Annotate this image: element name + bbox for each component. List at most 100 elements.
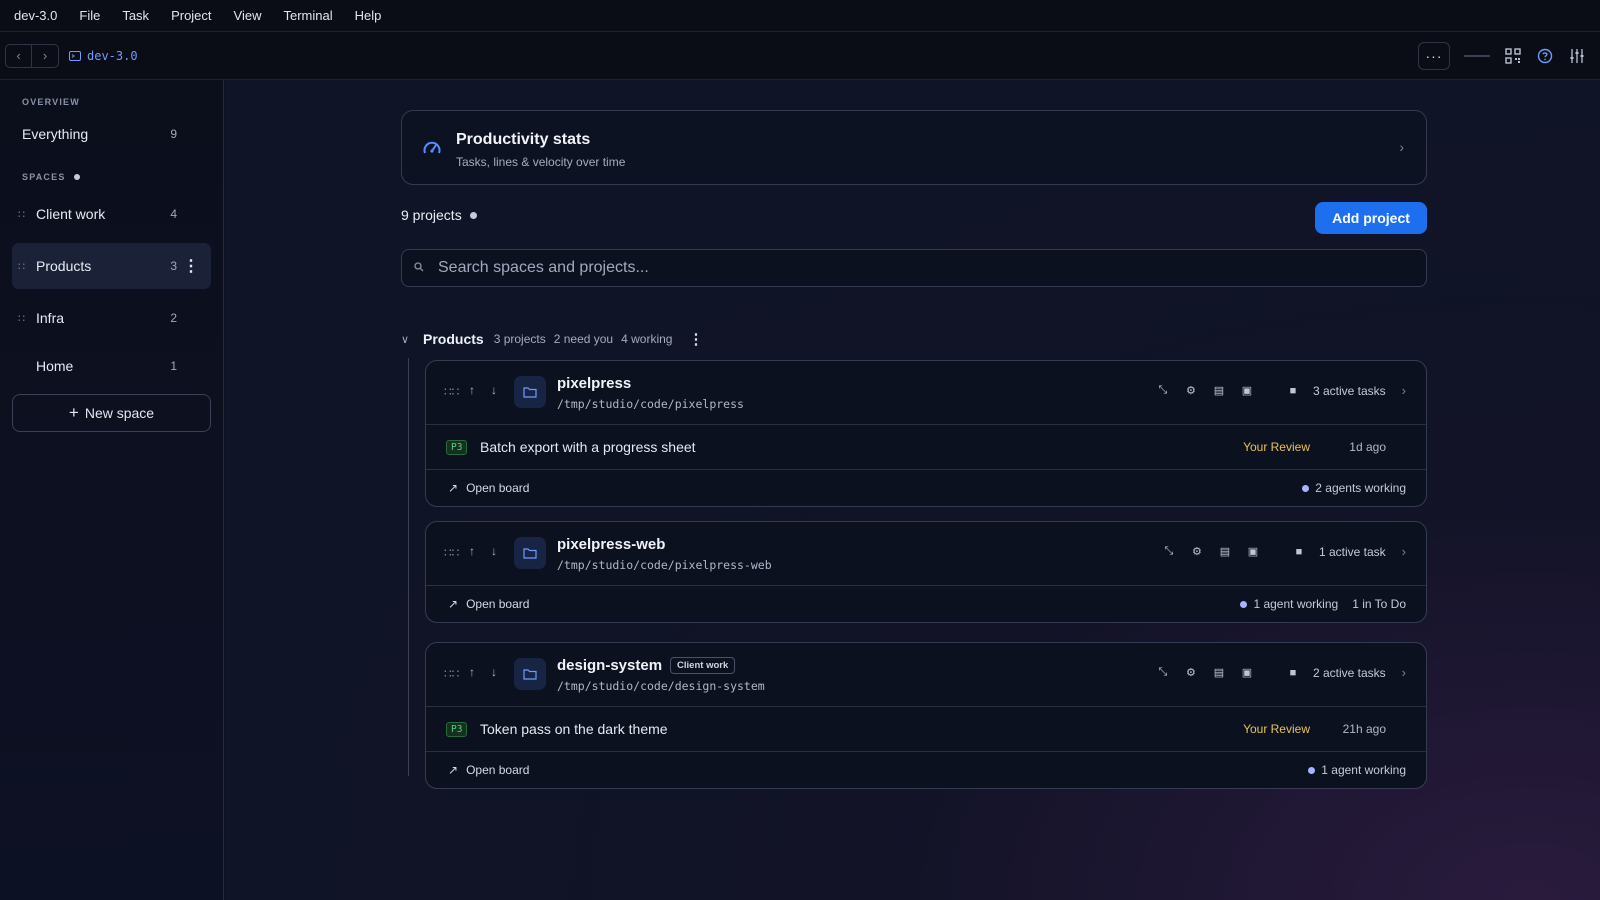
agents-status: 2 agents working bbox=[1302, 481, 1406, 495]
arrow-up-icon[interactable]: ↑ bbox=[469, 383, 475, 397]
menu-task[interactable]: Task bbox=[122, 8, 149, 23]
arrow-up-icon[interactable]: ↑ bbox=[469, 665, 475, 679]
terminal-icon[interactable]: ▣ bbox=[1239, 384, 1255, 397]
project-actions: ⤡ ⚙ ▤ ▣ ■ 3 active tasks › bbox=[1155, 383, 1406, 398]
drag-handle-icon[interactable]: ∷∷ bbox=[444, 546, 459, 560]
group-projects-count: 3 projects bbox=[493, 332, 546, 346]
group-divider bbox=[408, 358, 409, 776]
arrow-down-icon[interactable]: ↓ bbox=[491, 383, 497, 397]
sidebar-item-label: Home bbox=[36, 358, 74, 374]
chevron-right-icon[interactable]: › bbox=[1402, 544, 1406, 559]
sidebar-item-products[interactable]: ∷ Products 3 ⋮ bbox=[12, 243, 211, 289]
overview-label: OVERVIEW bbox=[22, 97, 80, 107]
arrow-down-icon[interactable]: ↓ bbox=[491, 544, 497, 558]
productivity-stats-card[interactable]: Productivity stats Tasks, lines & veloci… bbox=[401, 110, 1427, 185]
arrow-down-icon[interactable]: ↓ bbox=[491, 665, 497, 679]
drag-handle-icon[interactable]: ∷ bbox=[18, 260, 25, 273]
sliders-icon[interactable] bbox=[1568, 47, 1586, 65]
status-dot bbox=[1302, 484, 1310, 492]
sidebar-item-everything[interactable]: Everything 9 bbox=[12, 111, 211, 157]
breadcrumb-label: dev-3.0 bbox=[87, 48, 138, 63]
terminal-icon[interactable]: ▣ bbox=[1239, 666, 1255, 679]
task-row[interactable]: P3 Token pass on the dark theme Your Rev… bbox=[426, 707, 1426, 752]
group-name: Products bbox=[423, 331, 484, 347]
expand-icon[interactable]: ⤡ bbox=[1155, 666, 1171, 679]
trash-icon[interactable]: ■ bbox=[1285, 385, 1301, 397]
sidebar-item-client-work[interactable]: ∷ Client work 4 bbox=[12, 191, 211, 237]
project-header[interactable]: ∷∷ ↑ ↓ design-system Client work /tmp/st… bbox=[426, 643, 1426, 707]
more-button[interactable]: ··· bbox=[1418, 42, 1450, 70]
agents-working: 2 agents working bbox=[1315, 481, 1406, 495]
stats-subtitle: Tasks, lines & velocity over time bbox=[456, 155, 626, 169]
terminal-icon[interactable]: ▣ bbox=[1245, 545, 1261, 558]
status-dot bbox=[1240, 600, 1248, 608]
active-tasks: 3 active tasks bbox=[1312, 383, 1386, 398]
breadcrumb[interactable]: dev-3.0 bbox=[69, 49, 138, 63]
add-project-button[interactable]: Add project bbox=[1315, 202, 1427, 234]
menu-terminal[interactable]: Terminal bbox=[283, 8, 332, 23]
project-name-text: pixelpress bbox=[557, 375, 632, 392]
info-icon[interactable] bbox=[469, 211, 477, 219]
chevron-right-icon[interactable]: › bbox=[1402, 383, 1406, 398]
folder-open-icon[interactable]: ▤ bbox=[1217, 545, 1233, 558]
project-name: design-system Client work bbox=[557, 657, 736, 674]
project-header[interactable]: ∷∷ ↑ ↓ pixelpress-web /tmp/studio/code/p… bbox=[426, 522, 1426, 586]
info-icon[interactable] bbox=[73, 174, 80, 180]
agents-status: 1 agent working 1 in To Do bbox=[1240, 597, 1406, 611]
folder-open-icon[interactable]: ▤ bbox=[1211, 666, 1227, 679]
new-space-button[interactable]: + New space bbox=[12, 394, 211, 432]
qr-code-icon[interactable] bbox=[1504, 47, 1522, 65]
gear-icon[interactable]: ⚙ bbox=[1183, 666, 1199, 679]
project-path: /tmp/studio/code/design-system bbox=[557, 679, 765, 693]
back-button[interactable]: ‹ bbox=[6, 44, 32, 67]
sidebar-item-label: Client work bbox=[36, 206, 106, 222]
project-card-pixelpress: ∷∷ ↑ ↓ pixelpress /tmp/studio/code/pixel… bbox=[425, 360, 1427, 507]
space-tag: Client work bbox=[670, 657, 736, 674]
gear-icon[interactable]: ⚙ bbox=[1183, 384, 1199, 397]
spaces-label-text: SPACES bbox=[22, 172, 66, 182]
project-footer: ↗ Open board 1 agent working 1 in To Do bbox=[426, 586, 1426, 622]
chevron-down-icon[interactable]: ∨ bbox=[401, 333, 415, 346]
arrow-up-right-icon: ↗ bbox=[448, 481, 459, 495]
active-tasks: 1 active task bbox=[1318, 544, 1386, 559]
expand-icon[interactable]: ⤡ bbox=[1161, 545, 1177, 558]
chevron-right-icon[interactable]: › bbox=[1402, 665, 1406, 680]
search-input[interactable] bbox=[438, 259, 1338, 277]
kebab-menu-icon[interactable]: ⋮ bbox=[688, 330, 703, 348]
new-space-label: New space bbox=[84, 405, 155, 421]
gear-icon[interactable]: ⚙ bbox=[1189, 545, 1205, 558]
drag-handle-icon[interactable]: ∷ bbox=[18, 312, 25, 325]
trash-icon[interactable]: ■ bbox=[1285, 667, 1301, 679]
group-need-you: 2 need you bbox=[553, 332, 614, 346]
main-content: Productivity stats Tasks, lines & veloci… bbox=[225, 80, 1600, 900]
drag-handle-icon[interactable]: ∷∷ bbox=[444, 667, 459, 681]
sidebar-item-count: 3 bbox=[170, 259, 177, 273]
help-icon[interactable] bbox=[1536, 47, 1554, 65]
sidebar-item-infra[interactable]: ∷ Infra 2 bbox=[12, 295, 211, 341]
sidebar-item-home[interactable]: Home 1 bbox=[12, 343, 211, 389]
arrow-up-icon[interactable]: ↑ bbox=[469, 544, 475, 558]
task-row[interactable]: P3 Batch export with a progress sheet Yo… bbox=[426, 425, 1426, 470]
expand-icon[interactable]: ⤡ bbox=[1155, 384, 1171, 397]
open-board-link[interactable]: ↗ Open board bbox=[448, 481, 529, 495]
menu-file[interactable]: File bbox=[79, 8, 100, 23]
menu-help[interactable]: Help bbox=[355, 8, 382, 23]
open-board-link[interactable]: ↗ Open board bbox=[448, 597, 529, 611]
task-title: Token pass on the dark theme bbox=[480, 721, 668, 737]
kebab-menu-icon[interactable]: ⋮ bbox=[183, 256, 199, 276]
trash-icon[interactable]: ■ bbox=[1291, 546, 1307, 558]
open-board-link[interactable]: ↗ Open board bbox=[448, 763, 529, 777]
arrow-up-right-icon: ↗ bbox=[448, 597, 459, 611]
search-box bbox=[401, 249, 1427, 287]
project-header[interactable]: ∷∷ ↑ ↓ pixelpress /tmp/studio/code/pixel… bbox=[426, 361, 1426, 425]
drag-handle-icon[interactable]: ∷ bbox=[18, 208, 25, 221]
menu-project[interactable]: Project bbox=[171, 8, 211, 23]
divider bbox=[1464, 55, 1490, 57]
drag-handle-icon[interactable]: ∷∷ bbox=[444, 385, 459, 399]
forward-button[interactable]: › bbox=[32, 45, 58, 67]
space-group-header[interactable]: ∨ Products 3 projects 2 need you 4 worki… bbox=[401, 330, 703, 348]
projects-count-label: 9 projects bbox=[401, 207, 462, 223]
menu-view[interactable]: View bbox=[234, 8, 262, 23]
folder-open-icon[interactable]: ▤ bbox=[1211, 384, 1227, 397]
task-age: 21h ago bbox=[1342, 722, 1386, 736]
